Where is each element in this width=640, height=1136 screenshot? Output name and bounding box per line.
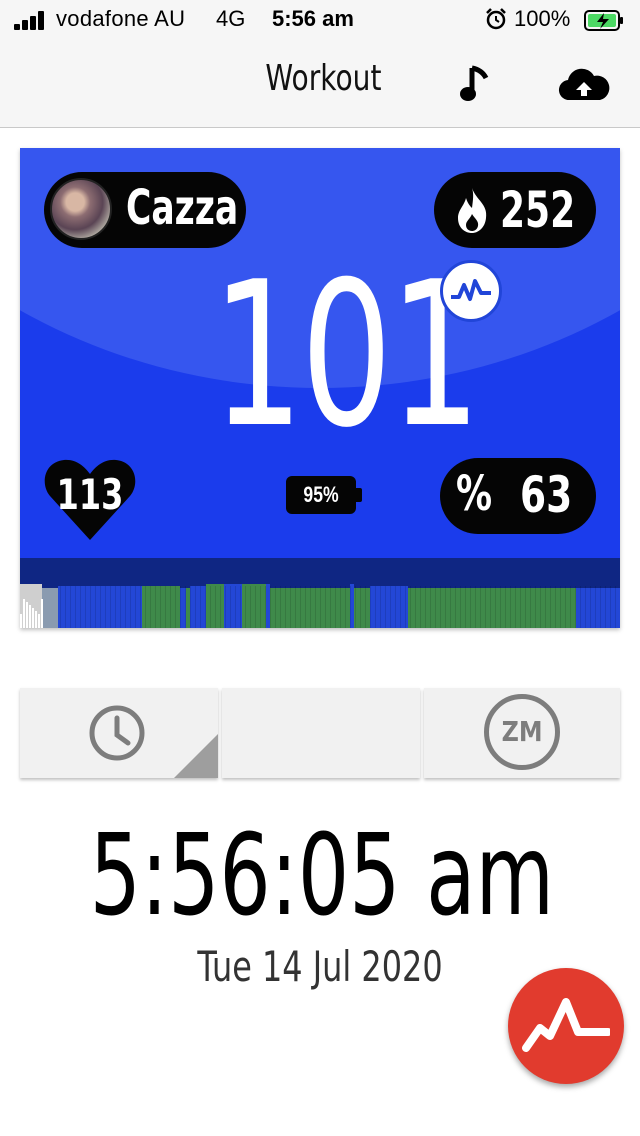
network-type: 4G: [216, 6, 246, 31]
zone-history-bars: [20, 584, 620, 628]
calories-value: 252: [500, 181, 576, 239]
heart-rate-value: 113: [56, 470, 124, 519]
zm-icon: ZM: [484, 694, 560, 770]
workout-card[interactable]: Cazza 252 101 113 95% % 63: [20, 148, 620, 628]
timer-button[interactable]: [20, 688, 218, 778]
percent-value: 63: [520, 466, 573, 524]
belt-battery-value: 95%: [303, 482, 339, 507]
dropdown-corner-icon: [174, 734, 218, 778]
belt-battery-badge: 95%: [286, 476, 362, 514]
clock-icon: [89, 705, 145, 761]
status-bar: vodafone AU 4G 5:56 am 100%: [0, 0, 640, 40]
battery-percent: 100%: [514, 6, 571, 31]
effort-value: 101: [212, 239, 481, 472]
myzone-logo-icon: [440, 260, 502, 322]
music-note-icon[interactable]: [458, 64, 494, 104]
nav-bar: Workout: [0, 40, 640, 128]
empty-control-slot[interactable]: [222, 688, 420, 778]
percent-pill: % 63: [440, 458, 596, 534]
status-time: 5:56 am: [272, 6, 354, 31]
current-date: Tue 14 Jul 2020: [197, 942, 443, 991]
percent-symbol: %: [456, 466, 493, 522]
alarm-icon: [486, 8, 506, 30]
control-row: ZM: [20, 688, 620, 778]
myzone-action-button[interactable]: [508, 968, 624, 1084]
calories-pill: 252: [434, 172, 596, 248]
cloud-upload-icon[interactable]: [558, 68, 610, 102]
avatar: [50, 178, 112, 240]
user-pill: Cazza: [44, 172, 246, 248]
signal-icon: [14, 10, 48, 30]
current-time: 5:56:05 am: [89, 811, 555, 941]
zone-history-strip: [20, 558, 620, 628]
zm-button[interactable]: ZM: [424, 688, 620, 778]
myzone-pulse-icon: [522, 998, 610, 1052]
zm-label: ZM: [501, 715, 543, 748]
battery-charging-icon: [584, 10, 623, 31]
user-name: Cazza: [126, 180, 239, 236]
page-title: Workout: [265, 58, 382, 99]
flame-icon: [458, 188, 487, 233]
carrier-name: vodafone AU: [56, 6, 186, 31]
